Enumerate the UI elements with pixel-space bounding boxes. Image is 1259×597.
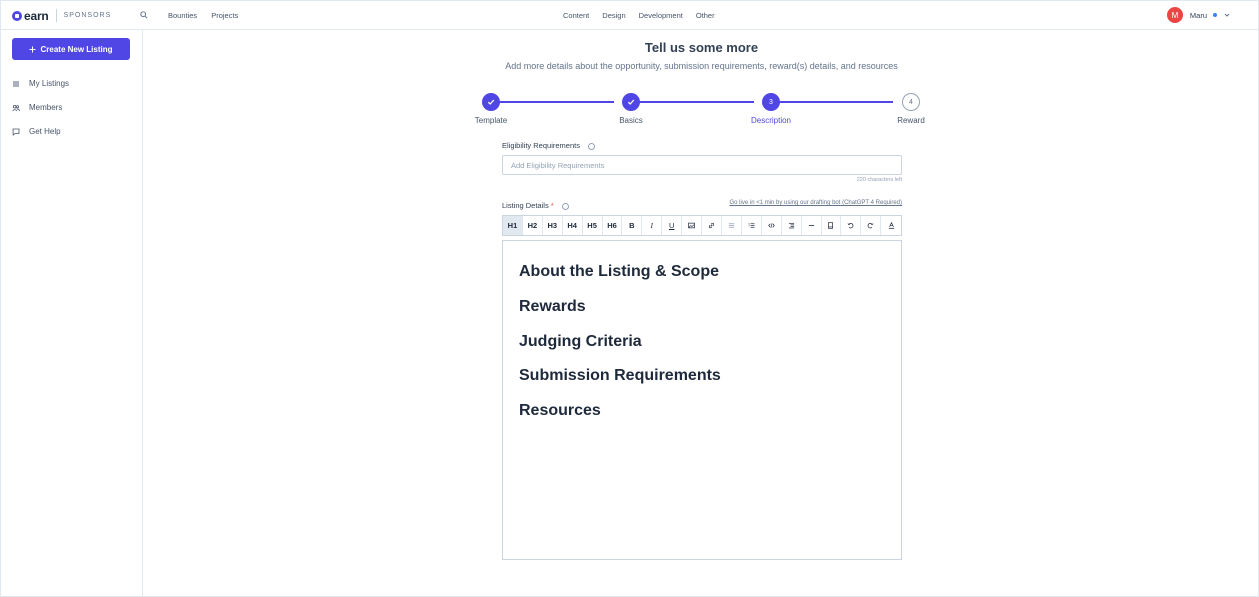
sidebar-item-my-listings[interactable]: My Listings: [12, 79, 69, 88]
chevron-down-icon: [1224, 13, 1230, 17]
eligibility-input[interactable]: Add Eligibility Requirements: [502, 155, 902, 175]
text-color-button[interactable]: [881, 216, 901, 235]
step-basics-circle: [622, 93, 640, 111]
h5-button[interactable]: H5: [583, 216, 603, 235]
ordered-list-button[interactable]: [742, 216, 762, 235]
undo-button[interactable]: [841, 216, 862, 235]
horizontal-rule-button[interactable]: [802, 216, 822, 235]
step-description-label: Description: [750, 116, 791, 125]
editor-heading[interactable]: Rewards: [519, 298, 586, 316]
brand-sub: SPONSORS: [63, 12, 112, 19]
user-menu[interactable]: M Maru: [1166, 7, 1230, 23]
create-new-listing-button[interactable]: Create New Listing: [12, 38, 130, 60]
nav-projects[interactable]: Projects: [211, 11, 238, 20]
h1-button[interactable]: H1: [503, 216, 523, 235]
create-button-label: Create New Listing: [40, 44, 113, 54]
h2-button[interactable]: H2: [523, 216, 543, 235]
indent-icon: [788, 222, 794, 229]
sidebar-item-label: Get Help: [29, 127, 61, 136]
step-connector: [492, 101, 614, 103]
link-icon: [708, 222, 715, 229]
redo-button[interactable]: [861, 216, 882, 235]
nav-other[interactable]: Other: [696, 11, 715, 20]
members-icon: [12, 104, 20, 111]
listing-details-label-text: Listing Details: [502, 201, 549, 210]
check-icon: [487, 99, 495, 105]
main-content: Tell us some more Add more details about…: [143, 30, 1258, 596]
avatar: M: [1166, 7, 1183, 23]
plus-icon: [29, 46, 36, 52]
bold-button[interactable]: B: [622, 216, 643, 235]
bullet-list-button[interactable]: [722, 216, 742, 235]
sidebar-item-label: My Listings: [29, 79, 70, 88]
h6-button[interactable]: H6: [603, 216, 623, 235]
editor-heading[interactable]: Resources: [519, 402, 601, 420]
page-icon: [828, 222, 834, 229]
h4-button[interactable]: H4: [563, 216, 583, 235]
search-icon[interactable]: [140, 11, 148, 19]
italic-button[interactable]: I: [642, 216, 663, 235]
top-bar: earn SPONSORS Bounties Projects Content …: [1, 1, 1258, 30]
eligibility-label: Eligibility Requirements: [502, 141, 596, 150]
check-icon: [627, 99, 635, 105]
editor-heading[interactable]: Judging Criteria: [519, 333, 642, 351]
eligibility-label-text: Eligibility Requirements: [502, 141, 580, 150]
chars-left-counter: 220 characters left: [856, 177, 902, 183]
step-template-label: Template: [474, 116, 508, 125]
logo-mark-icon: [12, 10, 22, 21]
editor-heading[interactable]: About the Listing & Scope: [519, 263, 719, 281]
horizontal-rule-icon: [808, 225, 814, 226]
online-status-dot: [1213, 13, 1217, 17]
undo-icon: [847, 223, 854, 229]
code-button[interactable]: [762, 216, 782, 235]
step-connector: [632, 101, 754, 103]
step-connector: [771, 101, 893, 103]
page-title: Tell us some more: [644, 40, 759, 55]
sidebar-item-members[interactable]: Members: [12, 103, 62, 112]
step-basics-label: Basics: [619, 116, 643, 125]
list-icon: [13, 81, 19, 86]
editor-heading[interactable]: Submission Requirements: [519, 367, 721, 385]
nav-bounties[interactable]: Bounties: [168, 11, 197, 20]
bullet-list-icon: [728, 223, 735, 228]
required-marker: *: [550, 201, 554, 210]
step-reward-circle: 4: [902, 93, 920, 111]
sidebar-item-get-help[interactable]: Get Help: [12, 127, 61, 136]
nav-development[interactable]: Development: [639, 11, 683, 20]
image-button[interactable]: [682, 216, 703, 235]
rich-text-editor[interactable]: About the Listing & Scope Rewards Judgin…: [502, 240, 902, 560]
nav-primary: Bounties Projects: [168, 11, 238, 20]
page-subtitle: Add more details about the opportunity, …: [505, 61, 898, 71]
step-description-circle: 3: [762, 93, 780, 111]
indent-button[interactable]: [782, 216, 802, 235]
sidebar: Create New Listing My Listings Members G…: [1, 30, 143, 596]
step-template-circle: [482, 93, 500, 111]
ordered-list-icon: [748, 223, 755, 228]
logo-divider: [55, 9, 57, 22]
sidebar-item-label: Members: [29, 103, 63, 112]
drafting-bot-link[interactable]: Go live in <1 min by using our drafting …: [696, 200, 902, 206]
editor-toolbar: H1 H2 H3 H4 H5 H6 B I U: [502, 215, 902, 236]
listing-details-label: Listing Details *: [502, 201, 569, 210]
user-name: Maru: [1189, 10, 1207, 20]
code-icon: [767, 223, 775, 228]
info-icon[interactable]: [561, 202, 569, 210]
app-window: earn SPONSORS Bounties Projects Content …: [0, 0, 1259, 597]
nav-design[interactable]: Design: [602, 11, 625, 20]
brand-name: earn: [24, 8, 49, 23]
nav-content[interactable]: Content: [563, 11, 589, 20]
step-reward-label: Reward: [897, 116, 925, 125]
h3-button[interactable]: H3: [543, 216, 563, 235]
redo-icon: [867, 223, 874, 229]
text-color-icon: [888, 222, 894, 229]
info-icon[interactable]: [588, 142, 596, 150]
nav-categories: Content Design Development Other: [563, 11, 715, 20]
image-icon: [688, 222, 695, 229]
page-break-button[interactable]: [822, 216, 842, 235]
chat-icon: [12, 128, 20, 136]
progress-stepper: 3 4 Template Basics Description Reward: [474, 92, 944, 128]
underline-button[interactable]: U: [662, 216, 683, 235]
link-button[interactable]: [702, 216, 722, 235]
logo[interactable]: earn SPONSORS: [12, 9, 111, 22]
